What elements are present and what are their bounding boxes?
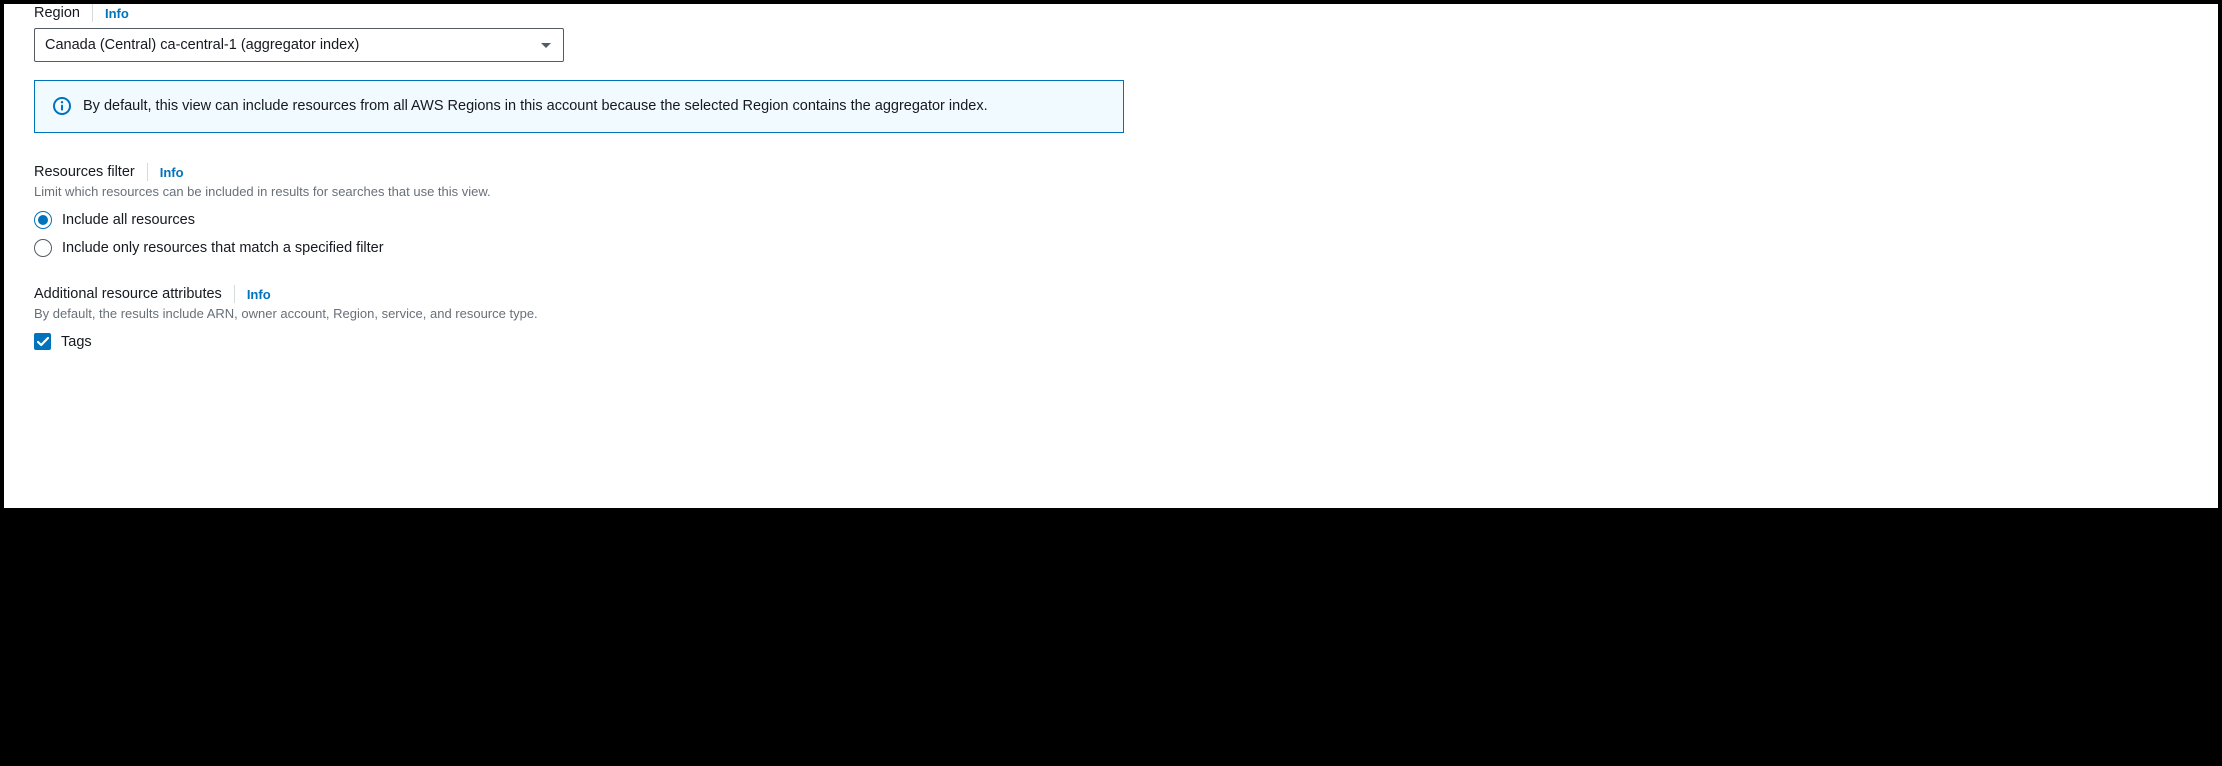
- region-label: Region: [34, 5, 80, 21]
- checkbox-checked-icon: [34, 333, 51, 350]
- region-select-box[interactable]: Canada (Central) ca-central-1 (aggregato…: [34, 28, 564, 62]
- tags-checkbox[interactable]: Tags: [34, 333, 2188, 350]
- resources-filter-title: Resources filter: [34, 164, 135, 180]
- radio-dot-icon: [38, 215, 48, 225]
- radio-include-all-label: Include all resources: [62, 212, 195, 228]
- additional-attributes-description: By default, the results include ARN, own…: [34, 306, 2188, 321]
- radio-icon: [34, 239, 52, 257]
- info-icon: [53, 97, 71, 118]
- additional-attributes-header: Additional resource attributes Info: [34, 285, 2188, 303]
- additional-attributes-info-link[interactable]: Info: [247, 287, 271, 302]
- region-selected-value: Canada (Central) ca-central-1 (aggregato…: [45, 37, 359, 53]
- region-select[interactable]: Canada (Central) ca-central-1 (aggregato…: [34, 28, 564, 62]
- divider: [234, 285, 235, 303]
- resources-filter-info-link[interactable]: Info: [160, 165, 184, 180]
- tags-checkbox-label: Tags: [61, 334, 92, 350]
- aggregator-info-alert: By default, this view can include resour…: [34, 80, 1124, 133]
- radio-icon: [34, 211, 52, 229]
- divider: [147, 163, 148, 181]
- resources-filter-description: Limit which resources can be included in…: [34, 184, 2188, 199]
- form-panel: Region Info Canada (Central) ca-central-…: [4, 4, 2218, 508]
- region-label-row: Region Info: [34, 4, 2188, 22]
- radio-include-match[interactable]: Include only resources that match a spec…: [34, 239, 2188, 257]
- divider: [92, 4, 93, 22]
- region-info-link[interactable]: Info: [105, 6, 129, 21]
- radio-include-all[interactable]: Include all resources: [34, 211, 2188, 229]
- resources-filter-header: Resources filter Info: [34, 163, 2188, 181]
- additional-attributes-title: Additional resource attributes: [34, 286, 222, 302]
- radio-include-match-label: Include only resources that match a spec…: [62, 240, 384, 256]
- resources-filter-radio-group: Include all resources Include only resou…: [34, 211, 2188, 257]
- alert-text: By default, this view can include resour…: [83, 95, 988, 118]
